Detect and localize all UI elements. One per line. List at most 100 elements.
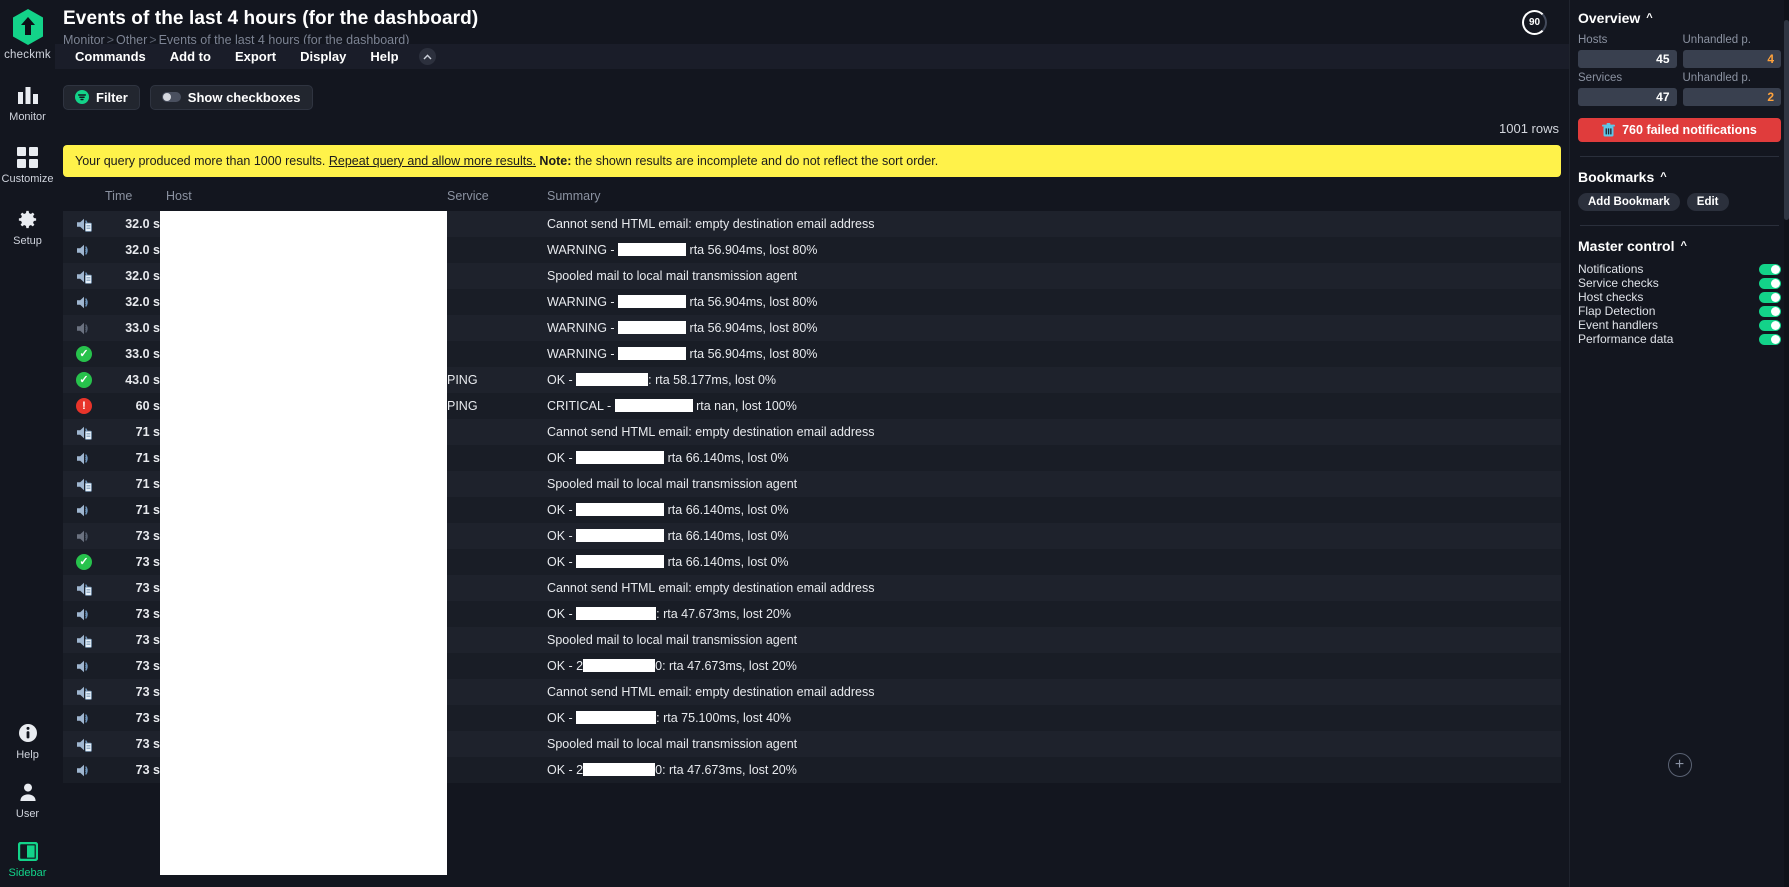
row-status-icon-cell[interactable]	[63, 419, 105, 445]
row-service[interactable]	[447, 757, 547, 783]
sidebar-item-setup[interactable]: Setup	[0, 206, 55, 247]
row-service[interactable]	[447, 549, 547, 575]
column-header-icon[interactable]	[63, 185, 105, 211]
checkmk-logo[interactable]: checkmk	[4, 8, 51, 61]
hosts-value[interactable]: 45	[1578, 50, 1677, 68]
row-status-icon-cell[interactable]	[63, 679, 105, 705]
add-widget-button[interactable]: +	[1667, 753, 1692, 777]
row-status-icon-cell[interactable]	[63, 731, 105, 757]
services-unhandled-value[interactable]: 2	[1682, 88, 1781, 106]
row-status-icon-cell[interactable]	[63, 757, 105, 783]
row-time: 33.0 s	[105, 341, 160, 367]
row-summary: OK - rta 66.140ms, lost 0%	[547, 445, 1561, 471]
row-status-icon-cell[interactable]: ✓	[63, 367, 105, 393]
row-service[interactable]	[447, 731, 547, 757]
sidebar-item-customize[interactable]: Customize	[0, 144, 55, 185]
view-toolbar: Filter Show checkboxes	[55, 69, 1569, 115]
column-header-time[interactable]: Time	[105, 185, 160, 211]
row-service[interactable]	[447, 601, 547, 627]
row-service[interactable]	[447, 653, 547, 679]
row-status-icon-cell[interactable]	[63, 497, 105, 523]
overview-section-header[interactable]: Overview ^	[1578, 10, 1781, 26]
row-status-icon-cell[interactable]	[63, 315, 105, 341]
row-service[interactable]	[447, 627, 547, 653]
row-service[interactable]: PING	[447, 393, 547, 419]
row-summary: Spooled mail to local mail transmission …	[547, 627, 1561, 653]
row-summary: Cannot send HTML email: empty destinatio…	[547, 211, 1561, 237]
row-service[interactable]	[447, 237, 547, 263]
menu-collapse-button[interactable]	[418, 48, 436, 65]
column-header-service[interactable]: Service	[447, 185, 547, 211]
row-service[interactable]: PING	[447, 367, 547, 393]
alert-speaker-dim-icon	[76, 530, 88, 542]
row-service[interactable]	[447, 445, 547, 471]
row-service[interactable]	[447, 679, 547, 705]
row-service[interactable]	[447, 263, 547, 289]
row-status-icon-cell[interactable]	[63, 523, 105, 549]
menu-display[interactable]: Display	[288, 45, 358, 68]
row-status-icon-cell[interactable]: ✓	[63, 549, 105, 575]
row-service[interactable]	[447, 471, 547, 497]
row-time: 73 s	[105, 627, 160, 653]
row-status-icon-cell[interactable]: !	[63, 393, 105, 419]
sidebar-item-monitor[interactable]: Monitor	[0, 82, 55, 123]
reload-countdown-indicator[interactable]: 90	[1522, 10, 1547, 35]
row-status-icon-cell[interactable]	[63, 471, 105, 497]
services-value[interactable]: 47	[1578, 88, 1677, 106]
summary-text: Spooled mail to local mail transmission …	[547, 269, 798, 283]
row-status-icon-cell[interactable]	[63, 627, 105, 653]
sidebar-item-help[interactable]: Help	[0, 720, 55, 761]
row-status-icon-cell[interactable]	[63, 237, 105, 263]
row-status-icon-cell[interactable]	[63, 211, 105, 237]
alert-speaker-icon	[76, 504, 88, 516]
menu-export[interactable]: Export	[223, 45, 288, 68]
master-control-section-header[interactable]: Master control ^	[1578, 238, 1781, 254]
row-service[interactable]	[447, 705, 547, 731]
master-control-label: Service checks	[1578, 276, 1659, 290]
edit-bookmarks-button[interactable]: Edit	[1686, 193, 1729, 211]
row-status-icon-cell[interactable]	[63, 601, 105, 627]
repeat-query-link[interactable]: Repeat query and allow more results.	[329, 153, 536, 169]
row-time: 73 s	[105, 757, 160, 783]
menu-help[interactable]: Help	[358, 45, 410, 68]
summary-text: Spooled mail to local mail transmission …	[547, 737, 798, 751]
master-control-switch[interactable]	[1759, 277, 1781, 289]
filter-button[interactable]: Filter	[63, 84, 140, 110]
row-service[interactable]	[447, 289, 547, 315]
row-service[interactable]	[447, 341, 547, 367]
sidebar-item-sidebar-toggle[interactable]: Sidebar	[0, 838, 55, 879]
master-control-switch[interactable]	[1759, 305, 1781, 317]
row-status-icon-cell[interactable]	[63, 289, 105, 315]
column-header-summary[interactable]: Summary	[547, 185, 1561, 211]
add-bookmark-button[interactable]: Add Bookmark	[1578, 193, 1680, 211]
row-summary: OK - 2 0: rta 47.673ms, lost 20%	[547, 653, 1561, 679]
row-service[interactable]	[447, 523, 547, 549]
row-status-icon-cell[interactable]	[63, 263, 105, 289]
column-header-host[interactable]: Host	[160, 185, 447, 211]
page-scrollbar-thumb[interactable]	[1784, 20, 1789, 220]
master-control-switch[interactable]	[1759, 333, 1781, 345]
row-status-icon-cell[interactable]: ✓	[63, 341, 105, 367]
row-service[interactable]	[447, 211, 547, 237]
row-status-icon-cell[interactable]	[63, 445, 105, 471]
hosts-unhandled-value[interactable]: 4	[1682, 50, 1781, 68]
show-checkboxes-toggle[interactable]: Show checkboxes	[149, 84, 313, 110]
master-control-switch[interactable]	[1759, 319, 1781, 331]
sidebar-item-user[interactable]: User	[0, 779, 55, 820]
master-control-switch[interactable]	[1759, 263, 1781, 275]
row-service[interactable]	[447, 315, 547, 341]
row-service[interactable]	[447, 419, 547, 445]
master-control-switch[interactable]	[1759, 291, 1781, 303]
row-status-icon-cell[interactable]	[63, 653, 105, 679]
row-status-icon-cell[interactable]	[63, 705, 105, 731]
failed-notifications-button[interactable]: 760 failed notifications	[1578, 118, 1781, 142]
row-summary: Spooled mail to local mail transmission …	[547, 731, 1561, 757]
row-status-icon-cell[interactable]	[63, 575, 105, 601]
bookmarks-section-header[interactable]: Bookmarks ^	[1578, 169, 1781, 185]
menu-add-to[interactable]: Add to	[158, 45, 223, 68]
row-service[interactable]	[447, 575, 547, 601]
page-scrollbar-track[interactable]	[1784, 0, 1789, 887]
summary-suffix: rta nan, lost 100%	[692, 399, 797, 413]
row-service[interactable]	[447, 497, 547, 523]
menu-commands[interactable]: Commands	[63, 45, 158, 68]
